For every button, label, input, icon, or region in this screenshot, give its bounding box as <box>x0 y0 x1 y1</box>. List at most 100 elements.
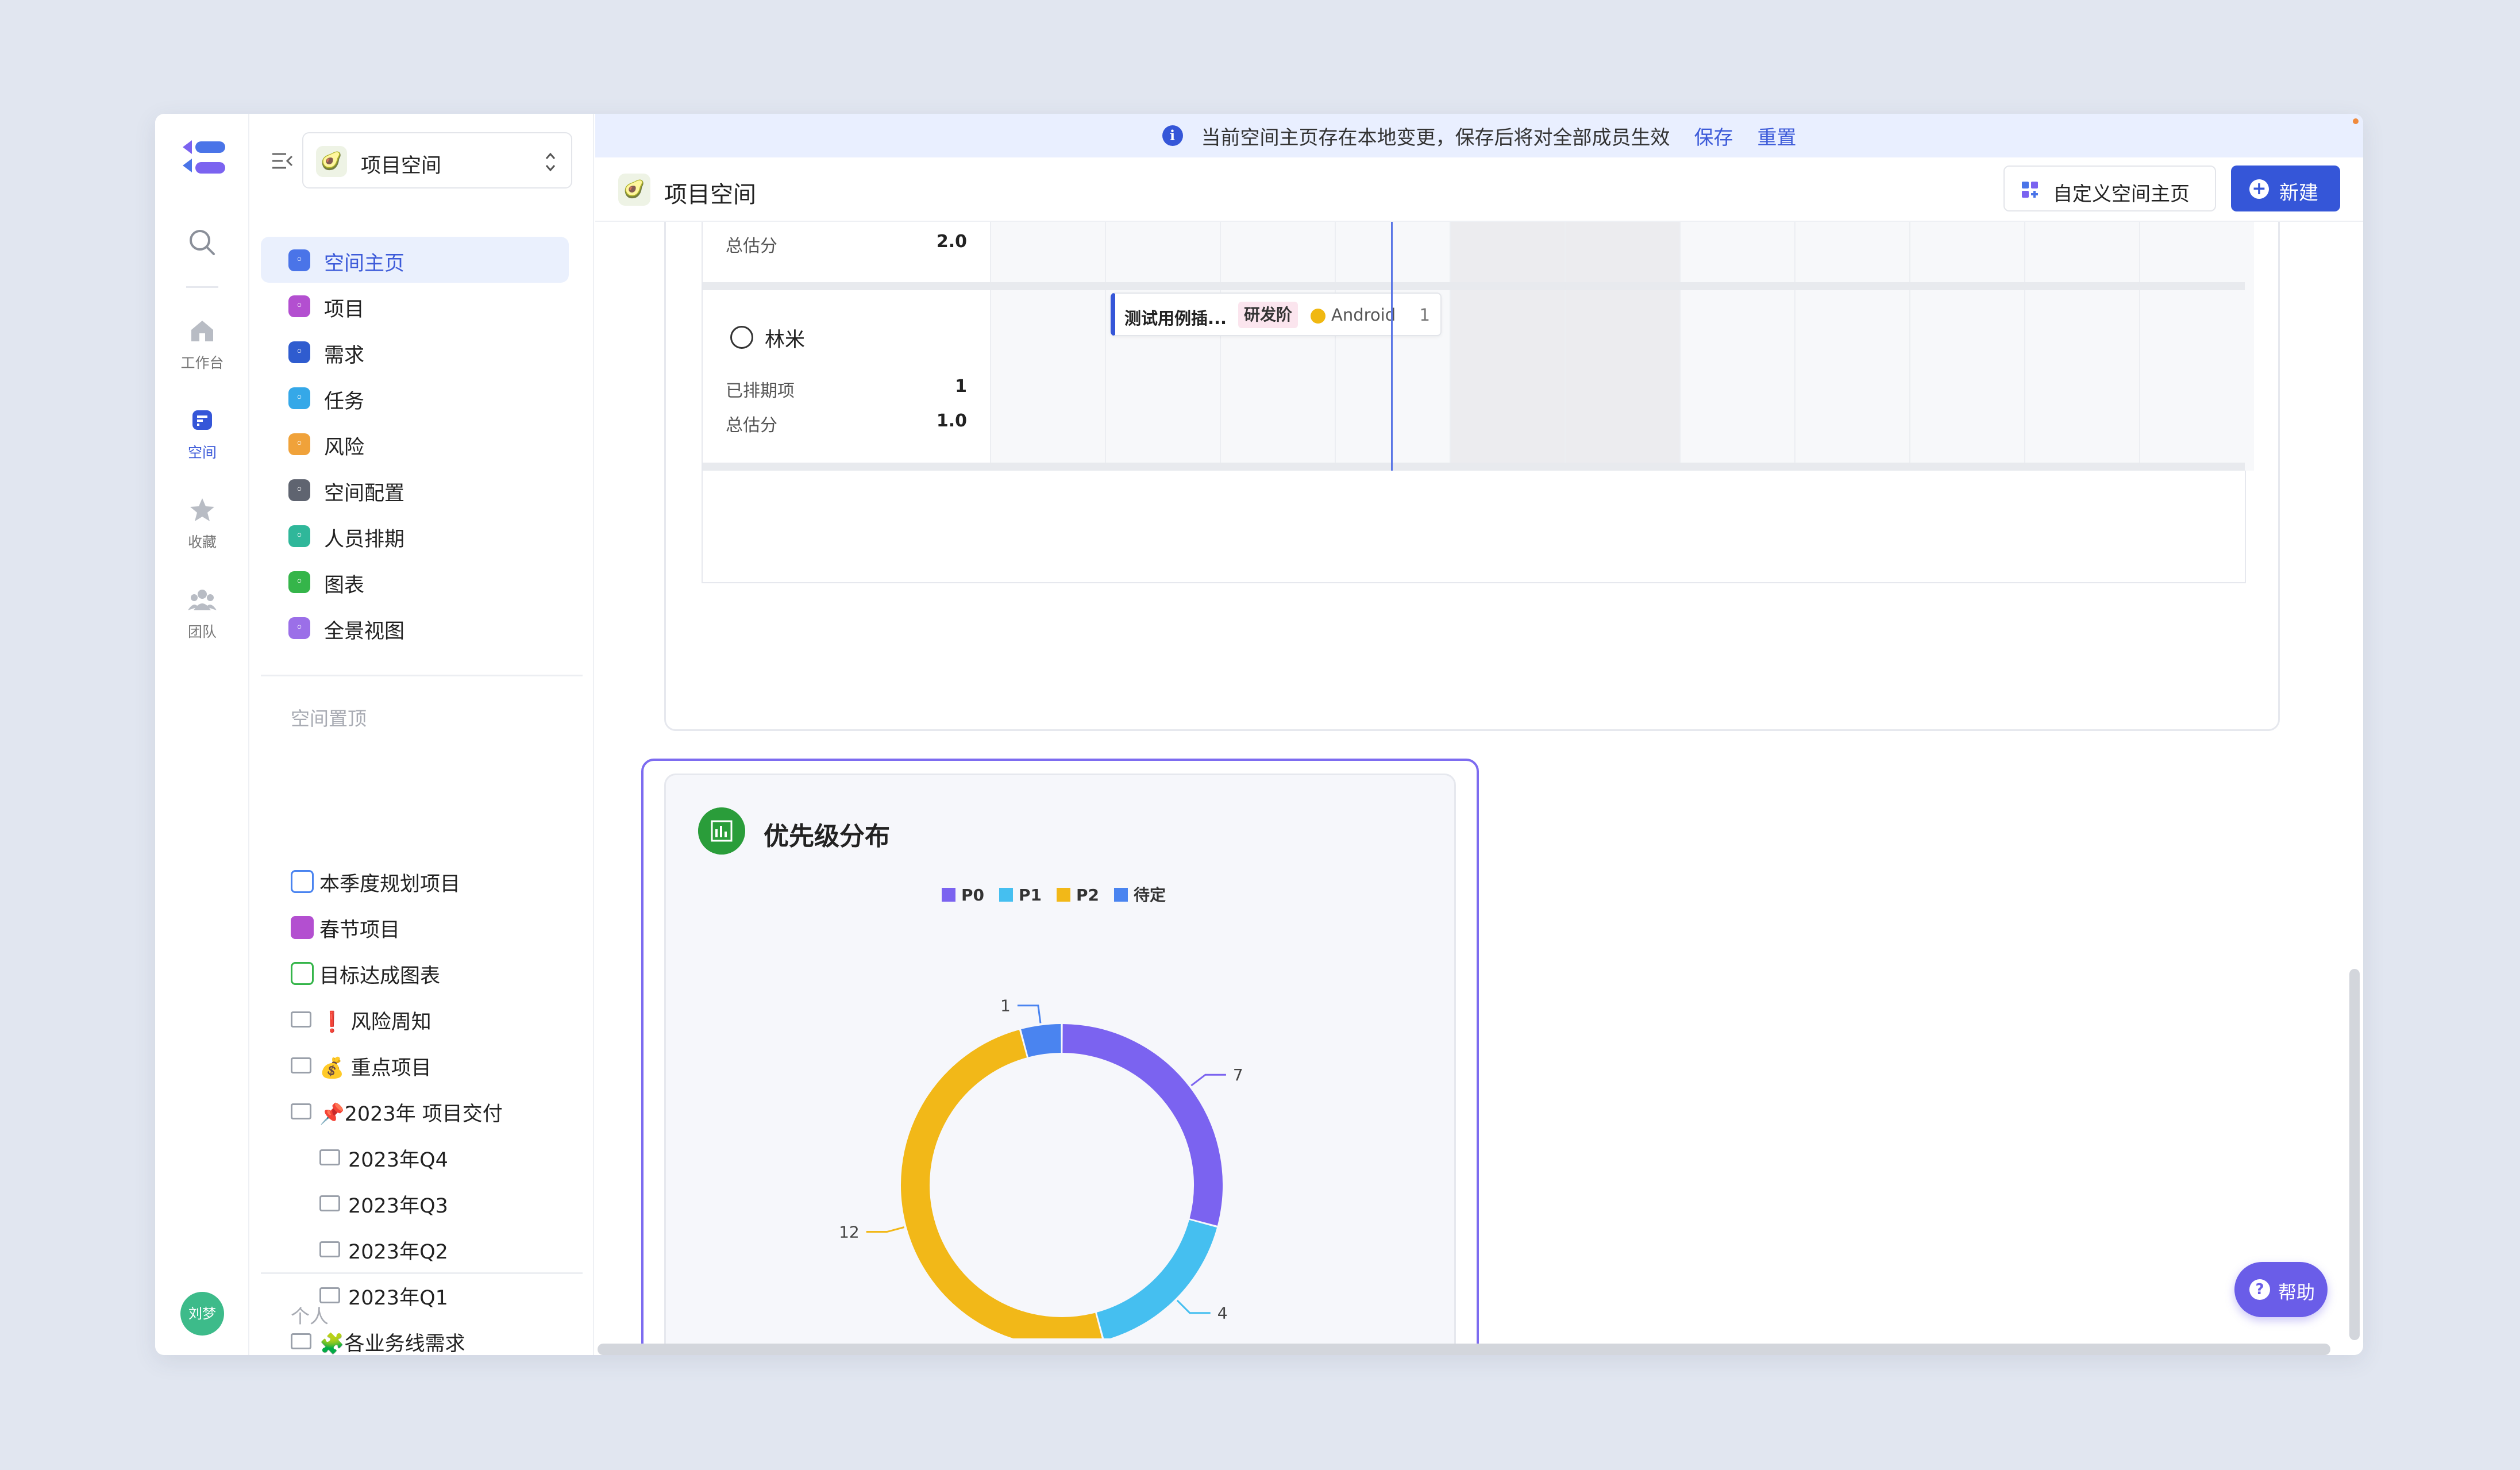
priority-chart-widget[interactable]: 优先级分布 P0 P1 P2 待定 1 7 4 12 <box>641 759 1479 1355</box>
pinned-item-1[interactable]: 春节项目 <box>261 905 583 951</box>
content-scroll[interactable]: 总估分 2.0 林米 已排期项 1 总估分 1.0 测试用例插... 研发阶 A… <box>595 222 2363 1355</box>
legend-label-0[interactable]: P0 <box>961 886 984 905</box>
sidebar-item-1[interactable]: ◦ 项目 <box>261 283 569 329</box>
new-button[interactable]: + 新建 <box>2231 166 2340 211</box>
folder-shape <box>291 1103 311 1119</box>
folder-icon <box>291 1054 314 1077</box>
donut-slice-P0[interactable] <box>1062 1024 1223 1226</box>
pinned-item-5[interactable]: 📌2023年 项目交付 <box>261 1088 583 1134</box>
nav-item-icon: ◦ <box>288 249 310 271</box>
grid-plus-icon <box>2022 182 2038 198</box>
chevron-updown-icon <box>545 152 556 172</box>
folder-shape <box>319 1149 340 1165</box>
legend-swatch-0[interactable] <box>942 888 955 902</box>
vertical-scrollbar[interactable] <box>2349 969 2360 1340</box>
sidebar-item-3[interactable]: ◦ 任务 <box>261 375 569 421</box>
donut-slice-待定[interactable] <box>1021 1024 1062 1057</box>
app-rail: 工作台 空间 收藏 团队 刘梦 <box>155 114 249 1355</box>
task-count: 1 <box>1419 305 1430 325</box>
task-title: 测试用例插... <box>1124 309 1227 328</box>
pinned-item-0[interactable]: 本季度规划项目 <box>261 859 583 905</box>
space-icon <box>192 410 212 430</box>
help-button[interactable]: ? 帮助 <box>2234 1262 2328 1317</box>
page-header: 🥑 项目空间 自定义空间主页 + 新建 <box>595 157 2363 222</box>
sidebar-divider <box>261 1272 583 1274</box>
sidebar-item-label: 风险 <box>324 436 365 459</box>
data-label-0: 7 <box>1233 1065 1243 1084</box>
total-score-value: 2.0 <box>936 232 967 252</box>
pinned-item-label: 本季度规划项目 <box>319 873 461 896</box>
avocado-icon: 🥑 <box>316 146 347 177</box>
rail-item-space[interactable]: 空间 <box>155 406 249 462</box>
legend-swatch-2[interactable] <box>1057 888 1070 902</box>
leader-line-3 <box>1017 1005 1042 1023</box>
pinned-item-label: 春节项目 <box>319 919 400 942</box>
sidebar-item-label: 项目 <box>324 298 365 321</box>
task-platform: Android <box>1331 305 1396 325</box>
nav-item-icon: ◦ <box>288 617 310 639</box>
legend-swatch-1[interactable] <box>999 888 1013 902</box>
sidebar-item-5[interactable]: ◦ 空间配置 <box>261 467 569 513</box>
space-selector[interactable]: 🥑 项目空间 <box>302 132 572 188</box>
rail-item-label: 工作台 <box>180 355 224 371</box>
day-column <box>990 222 1105 471</box>
collapse-sidebar-icon[interactable] <box>270 148 295 174</box>
sidebar-item-label: 人员排期 <box>324 528 405 551</box>
pinned-item-3[interactable]: ❗ 风险周知 <box>261 996 583 1042</box>
pinned-item-2[interactable]: 目标达成图表 <box>261 951 583 996</box>
legend-label-2[interactable]: P2 <box>1076 886 1099 905</box>
day-column-weekend <box>1565 222 1679 471</box>
sidebar-item-label: 空间配置 <box>324 482 405 505</box>
sidebar-item-label: 任务 <box>324 390 365 413</box>
list-icon <box>291 870 314 893</box>
horizontal-scrollbar[interactable] <box>598 1344 2330 1355</box>
app-logo-icon <box>183 140 225 174</box>
rail-item-workbench[interactable]: 工作台 <box>155 316 249 372</box>
schedule-grid: 总估分 2.0 林米 已排期项 1 总估分 1.0 测试用例插... 研发阶 A… <box>702 222 2254 583</box>
nav-item-icon: ◦ <box>288 479 310 501</box>
avocado-icon: 🥑 <box>618 174 650 206</box>
customize-home-button[interactable]: 自定义空间主页 <box>2003 166 2216 211</box>
folder-shape <box>319 1195 340 1211</box>
search-icon[interactable] <box>186 226 218 259</box>
sidebar-item-label: 需求 <box>324 344 365 367</box>
folder-shape <box>319 1241 340 1257</box>
sidebar-item-2[interactable]: ◦ 需求 <box>261 329 569 375</box>
new-button-label: 新建 <box>2279 182 2318 205</box>
page-title: 项目空间 <box>664 182 756 208</box>
pinned-item-4[interactable]: 💰 重点项目 <box>261 1042 583 1088</box>
save-link[interactable]: 保存 <box>1694 122 1733 150</box>
sidebar-item-4[interactable]: ◦ 风险 <box>261 421 569 467</box>
sidebar-item-label: 全景视图 <box>324 620 405 643</box>
pinned-item-7[interactable]: 2023年Q3 <box>261 1180 583 1226</box>
sidebar-item-0[interactable]: ◦ 空间主页 <box>261 237 569 283</box>
pinned-item-8[interactable]: 2023年Q2 <box>261 1226 583 1272</box>
day-column <box>1105 222 1220 471</box>
legend-label-1[interactable]: P1 <box>1019 886 1042 905</box>
folder-icon <box>291 1008 314 1031</box>
sidebar-item-8[interactable]: ◦ 全景视图 <box>261 605 569 651</box>
rail-item-team[interactable]: 团队 <box>155 585 249 641</box>
pinned-item-6[interactable]: 2023年Q4 <box>261 1134 583 1180</box>
sidebar-item-7[interactable]: ◦ 图表 <box>261 559 569 605</box>
legend-swatch-3[interactable] <box>1114 888 1128 902</box>
legend-label-3[interactable]: 待定 <box>1134 886 1166 905</box>
data-label-3: 1 <box>1000 996 1011 1015</box>
total-score-value: 1.0 <box>936 411 967 431</box>
sidebar-item-6[interactable]: ◦ 人员排期 <box>261 513 569 559</box>
user-avatar[interactable]: 刘梦 <box>180 1292 224 1336</box>
task-stage-tag: 研发阶 <box>1238 302 1298 328</box>
nav-item-icon: ◦ <box>288 571 310 593</box>
folder-icon <box>319 1146 342 1169</box>
rail-item-favorites[interactable]: 收藏 <box>155 495 249 552</box>
reset-link[interactable]: 重置 <box>1758 122 1797 150</box>
data-label-2: 12 <box>839 1223 860 1242</box>
nav-item-icon: ◦ <box>288 525 310 547</box>
plus-circle-icon: + <box>2249 179 2269 199</box>
pinned-section-title: 空间置顶 <box>291 707 367 730</box>
day-column-weekend <box>1450 222 1565 471</box>
donut-slice-P2[interactable] <box>900 1029 1102 1338</box>
pinned-list: 本季度规划项目 春节项目目标达成图表 ❗ 风险周知 💰 重点项目 📌2023年 项目交付… <box>261 859 583 1355</box>
home-icon <box>191 321 213 341</box>
bar-chart-icon <box>698 807 745 855</box>
